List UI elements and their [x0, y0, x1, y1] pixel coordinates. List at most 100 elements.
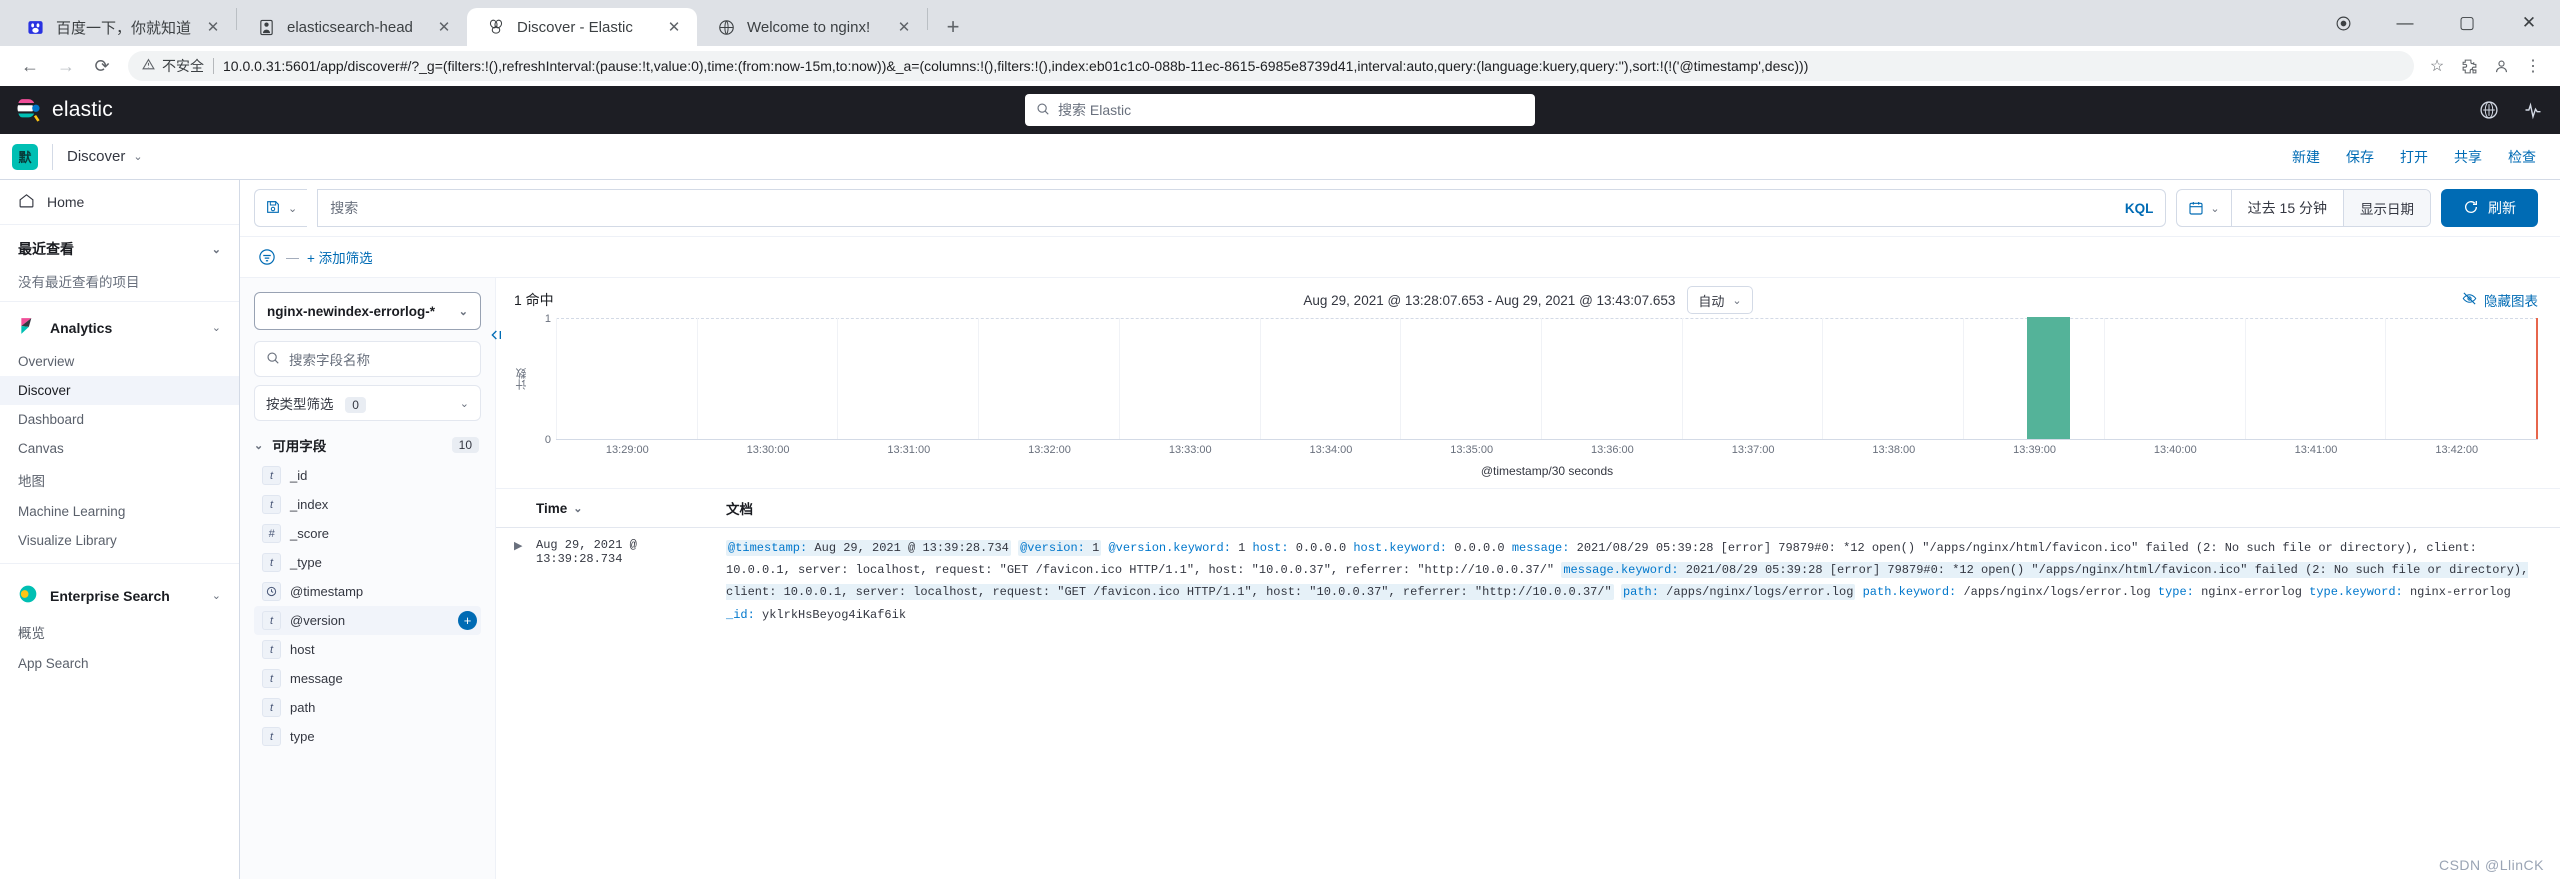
nav-group-enterprise-search-header[interactable]: Enterprise Search ⌄ [0, 584, 239, 607]
field-item[interactable]: t message [254, 664, 481, 693]
elastic-logo[interactable]: elastic [14, 96, 113, 124]
sidebar-item-app-search[interactable]: App Search [0, 649, 239, 678]
close-icon[interactable]: ✕ [202, 16, 224, 38]
doc-field-value: 0.0.0.0 [1295, 541, 1347, 555]
refresh-button[interactable]: 刷新 [2441, 189, 2538, 227]
close-window-button[interactable]: ✕ [2498, 0, 2560, 46]
search-input[interactable]: 搜索 KQL [317, 189, 2167, 227]
forward-button[interactable]: → [48, 48, 84, 84]
action-new[interactable]: 新建 [2292, 147, 2320, 167]
saved-query-button[interactable]: ⌄ [254, 189, 308, 227]
field-type-filter[interactable]: 按类型筛选 0 ⌄ [254, 385, 481, 421]
field-item[interactable]: t host [254, 635, 481, 664]
maximize-button[interactable]: ▢ [2436, 0, 2498, 46]
navbar-divider [52, 143, 53, 170]
sidebar-item-dashboard[interactable]: Dashboard [0, 405, 239, 434]
screen-record-icon[interactable] [2312, 0, 2374, 46]
field-item[interactable]: @timestamp [254, 577, 481, 606]
browser-toolbar: ← → ⟳ 不安全 10.0.0.31:5601/app/discover#/?… [0, 46, 2560, 86]
minimize-button[interactable]: — [2374, 0, 2436, 46]
add-field-button[interactable]: + [458, 611, 477, 630]
home-icon [18, 192, 35, 212]
action-inspect[interactable]: 检查 [2508, 147, 2536, 167]
available-fields-header[interactable]: ⌄ 可用字段 10 [254, 435, 481, 455]
field-item[interactable]: t path [254, 693, 481, 722]
doc-field-value: 1 [1238, 541, 1246, 555]
close-icon[interactable]: ✕ [663, 16, 685, 38]
browser-tab-3[interactable]: Welcome to nginx! ✕ [697, 8, 927, 46]
sidebar-item-canvas[interactable]: Canvas [0, 434, 239, 463]
action-open[interactable]: 打开 [2400, 147, 2428, 167]
doc-field-key: @version: [1020, 541, 1085, 555]
browser-tab-0[interactable]: 百度一下，你就知道 ✕ [6, 8, 236, 46]
field-type-icon: t [262, 698, 281, 717]
sidebar-item-es-overview[interactable]: 概览 [0, 615, 239, 649]
time-range-label[interactable]: 过去 15 分钟 [2232, 190, 2343, 226]
sidebar-item-home[interactable]: Home [0, 180, 239, 225]
sidebar-item-overview[interactable]: Overview [0, 347, 239, 376]
sidebar-item-maps[interactable]: 地图 [0, 463, 239, 497]
reload-button[interactable]: ⟳ [84, 48, 120, 84]
interval-select[interactable]: 自动 ⌄ [1687, 286, 1753, 314]
table-row[interactable]: ▶ Aug 29, 2021 @ 13:39:28.734 @timestamp… [496, 528, 2560, 635]
action-share[interactable]: 共享 [2454, 147, 2482, 167]
globe-icon [715, 16, 737, 38]
sidebar-item-machine-learning[interactable]: Machine Learning [0, 497, 239, 526]
address-bar[interactable]: 不安全 10.0.0.31:5601/app/discover#/?_g=(fi… [128, 51, 2414, 81]
field-item[interactable]: t _type [254, 548, 481, 577]
x-tick: 13:29:00 [605, 444, 649, 456]
field-item[interactable]: t _index [254, 490, 481, 519]
puzzle-icon[interactable] [2454, 51, 2484, 81]
collapse-panel-icon[interactable] [486, 326, 504, 344]
chart-bar[interactable] [2026, 317, 2071, 439]
browser-action-icons: ☆ ⋮ [2422, 51, 2548, 81]
action-save[interactable]: 保存 [2346, 147, 2374, 167]
chart-bars-container [556, 317, 2538, 440]
warning-triangle-icon [142, 58, 155, 74]
breadcrumb[interactable]: Discover ⌄ [67, 148, 143, 165]
help-icon[interactable] [2476, 97, 2502, 123]
sidebar-item-visualize-library[interactable]: Visualize Library [0, 526, 239, 555]
close-icon[interactable]: ✕ [893, 16, 915, 38]
browser-tab-1[interactable]: elasticsearch-head ✕ [237, 8, 467, 46]
new-tab-button[interactable]: + [936, 10, 970, 44]
field-item[interactable]: t _id [254, 461, 481, 490]
filter-settings-icon[interactable] [256, 246, 278, 268]
close-icon[interactable]: ✕ [433, 16, 455, 38]
field-search-input[interactable]: 搜索字段名称 [254, 341, 481, 377]
column-header-label: Time [536, 500, 568, 516]
add-filter-button[interactable]: + 添加筛选 [307, 247, 373, 267]
index-pattern-select[interactable]: nginx-newindex-errorlog-* ⌄ [254, 292, 481, 330]
star-icon[interactable]: ☆ [2422, 51, 2452, 81]
chart-x-axis-label: @timestamp/30 seconds [1480, 464, 1614, 478]
header-right-icons [2476, 97, 2546, 123]
field-list: t _id t _index # _score t _type @timesta… [254, 461, 481, 879]
filter-bar-dash: — [286, 249, 299, 265]
kebab-menu-icon[interactable]: ⋮ [2518, 51, 2548, 81]
column-header-time[interactable]: Time ⌄ [536, 498, 726, 518]
expand-row-icon[interactable]: ▶ [514, 537, 536, 626]
sidebar-item-label: Home [47, 194, 85, 210]
hide-chart-button[interactable]: 隐藏图表 [2462, 290, 2538, 310]
recently-viewed-header[interactable]: 最近查看 ⌄ [18, 239, 221, 259]
back-button[interactable]: ← [12, 48, 48, 84]
field-name: type [290, 729, 315, 744]
x-tick: 13:40:00 [2153, 444, 2197, 456]
global-search-input[interactable]: 搜索 Elastic [1025, 94, 1535, 126]
space-avatar[interactable]: 默 [12, 143, 38, 170]
histogram-time-range: Aug 29, 2021 @ 13:28:07.653 - Aug 29, 20… [1303, 292, 1676, 308]
enterprise-search-logo-icon [18, 584, 38, 607]
field-item[interactable]: t @version + [254, 606, 481, 635]
show-dates-button[interactable]: 显示日期 [2343, 190, 2430, 226]
nav-group-analytics-header[interactable]: Analytics ⌄ [0, 316, 239, 339]
kql-label[interactable]: KQL [2125, 201, 2154, 216]
sidebar-item-discover[interactable]: Discover [0, 376, 239, 405]
histogram-chart[interactable]: 计数 1 0 13:29:00 13:30:00 13:31:00 13:32:… [496, 313, 2560, 488]
field-item[interactable]: # _score [254, 519, 481, 548]
field-item[interactable]: t type [254, 722, 481, 751]
deployment-icon[interactable] [2520, 97, 2546, 123]
person-icon[interactable] [2486, 51, 2516, 81]
calendar-quick-select-button[interactable]: ⌄ [2177, 190, 2232, 226]
x-tick: 13:32:00 [1028, 444, 1071, 456]
browser-tab-2[interactable]: Discover - Elastic ✕ [467, 8, 697, 46]
